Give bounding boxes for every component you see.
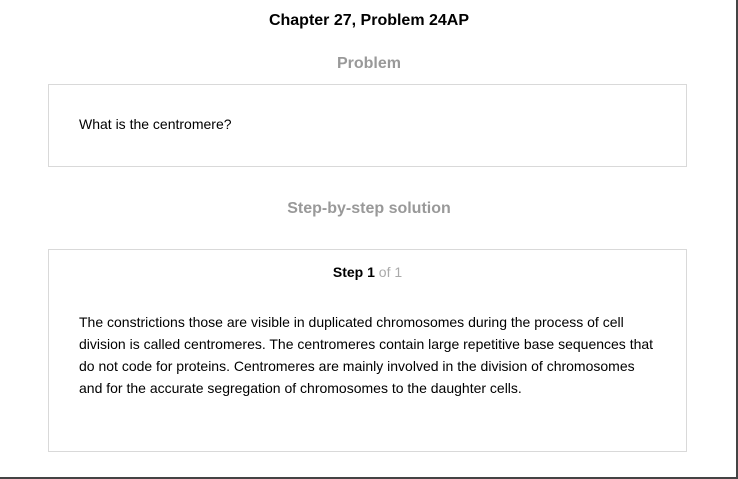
solution-text: The constrictions those are visible in d… bbox=[79, 314, 654, 396]
problem-box: What is the centromere? bbox=[48, 84, 687, 167]
problem-heading: Problem bbox=[336, 55, 401, 72]
chapter-title: Chapter 27, Problem 24AP bbox=[268, 12, 470, 29]
step-total: of 1 bbox=[378, 264, 403, 280]
problem-question: What is the centromere? bbox=[79, 116, 232, 132]
solution-box: Step 1 of 1 The constrictions those are … bbox=[48, 249, 687, 452]
step-label: Step 1 of 1 bbox=[49, 264, 686, 280]
step-number: 1 bbox=[367, 264, 375, 280]
solution-heading: Step-by-step solution bbox=[287, 200, 451, 217]
step-word: Step bbox=[332, 264, 364, 280]
